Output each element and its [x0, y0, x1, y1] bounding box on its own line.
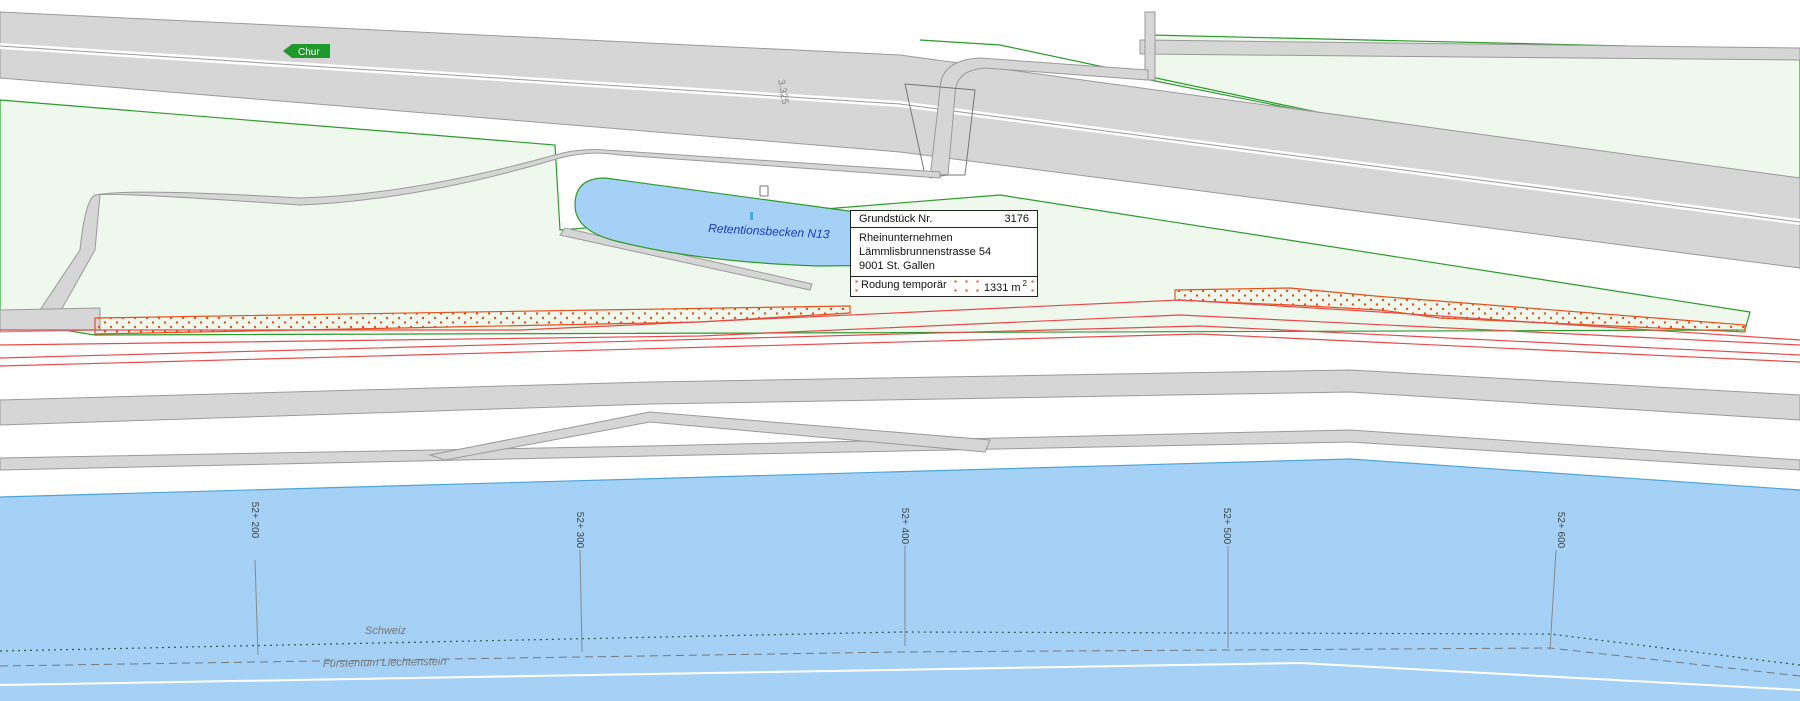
parcel-owner: Rheinunternehmen Lämmlisbrunnenstrasse 5…	[851, 228, 1037, 277]
map-canvas[interactable]: 52+ 200 52+ 300 52+ 400 52+ 500 52+ 600 …	[0, 0, 1800, 701]
dam-road	[0, 369, 1800, 426]
owner-city: 9001 St. Gallen	[859, 260, 935, 272]
direction-sign-label: Chur	[298, 47, 320, 58]
chainage-label-500: 52+ 500	[1221, 508, 1232, 545]
chainage-label-300: 52+ 300	[574, 512, 585, 549]
chainage-label-600: 52+ 600	[1555, 512, 1566, 549]
clearing-label: Rodung temporär	[859, 279, 949, 294]
parcel-label: Grundstück Nr.	[859, 213, 933, 225]
parcel-number: 3176	[1004, 213, 1029, 225]
country-label-schweiz: Schweiz	[365, 625, 406, 637]
basin-marker-icon	[750, 212, 753, 220]
owner-street: Lämmlisbrunnenstrasse 54	[859, 246, 992, 258]
chainage-label-200: 52+ 200	[249, 502, 260, 539]
parcel-info-box[interactable]: Grundstück Nr. 3176 Rheinunternehmen Läm…	[850, 210, 1038, 297]
parcel-header: Grundstück Nr. 3176	[851, 211, 1037, 228]
rhine-river	[0, 459, 1800, 701]
clearing-area-unit: 2	[1022, 279, 1027, 288]
clearing-row: Rodung temporär 1331 m2	[851, 277, 1037, 296]
owner-name: Rheinunternehmen	[859, 232, 953, 244]
rail-line-4	[0, 333, 1800, 367]
chainage-label-400: 52+ 400	[899, 508, 910, 545]
clearing-area-value: 1331 m	[981, 281, 1023, 294]
direction-sign-chur: Chur	[283, 44, 330, 58]
country-label-liechtenstein: Fürstentum Liechtenstein	[323, 656, 447, 670]
road-west	[0, 307, 101, 333]
clearing-area: 1331 m2	[979, 279, 1029, 294]
outlet-structure-icon	[759, 185, 769, 197]
